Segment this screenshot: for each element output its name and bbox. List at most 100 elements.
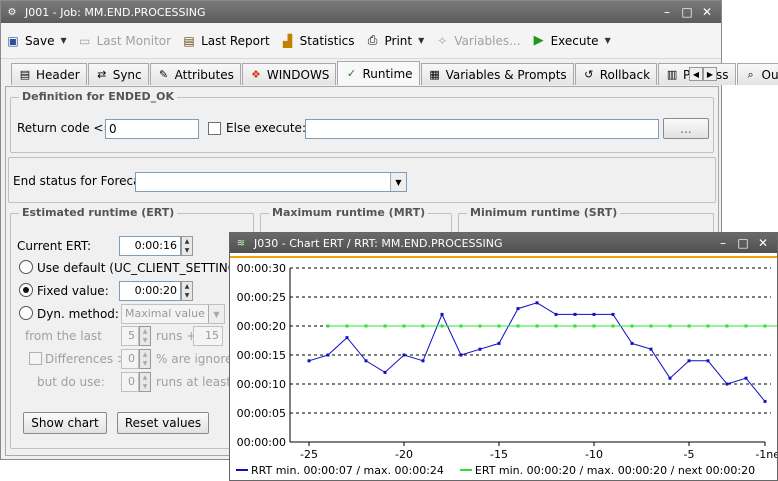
tab-scroll-left-icon[interactable]: ◀ — [689, 67, 703, 81]
forecast-select[interactable]: ▼ — [135, 172, 407, 192]
spin-down-icon[interactable]: ▼ — [140, 336, 150, 345]
else-execute-label: Else execute: — [226, 121, 306, 135]
ert-point — [611, 324, 615, 328]
save-button[interactable]: ▣ Save ▼ — [5, 33, 66, 49]
tab-header[interactable]: ▤ Header — [11, 63, 87, 85]
definition-group: Definition for ENDED_OK Return code <=: … — [10, 90, 714, 153]
but-do-use-label: but do use: — [37, 375, 105, 389]
tab-runtime[interactable]: ✓ Runtime — [337, 61, 420, 85]
legend-ert-swatch — [459, 469, 472, 471]
ert-point — [402, 324, 406, 328]
rrt-point — [535, 301, 539, 305]
spin-up-icon[interactable]: ▲ — [140, 350, 150, 359]
y-tick-label: 00:00:05 — [237, 407, 286, 420]
spin-down-icon[interactable]: ▼ — [182, 246, 192, 255]
current-ert-spinner[interactable]: ▲ ▼ — [181, 236, 193, 256]
ert-point — [497, 324, 501, 328]
spin-up-icon[interactable]: ▲ — [140, 327, 150, 336]
runtime-icon: ✓ — [346, 67, 357, 80]
browse-button[interactable]: ... — [663, 118, 709, 139]
fixed-value-input[interactable]: 0:00:20 — [119, 281, 181, 301]
last-monitor-label: Last Monitor — [96, 33, 172, 48]
tab-attributes[interactable]: ✎ Attributes — [149, 63, 241, 85]
current-ert-label: Current ERT: — [17, 239, 91, 253]
tab-rollback[interactable]: ↺ Rollback — [574, 63, 658, 85]
chevron-down-icon[interactable]: ▼ — [418, 36, 424, 45]
ert-point — [421, 324, 425, 328]
rrt-point — [611, 312, 615, 316]
close-icon[interactable]: ✕ — [753, 236, 773, 250]
ert-point — [649, 324, 653, 328]
tab-output[interactable]: ⌕ Outp — [736, 63, 778, 85]
maximize-icon[interactable]: □ — [733, 236, 753, 250]
spin-up-icon[interactable]: ▲ — [182, 282, 192, 291]
chevron-down-icon[interactable]: ▼ — [208, 305, 224, 323]
output-icon: ⌕ — [747, 67, 754, 81]
dyn-method-select[interactable]: Maximal value ▼ — [121, 304, 225, 324]
differences-spinner[interactable]: ▲ ▼ — [139, 349, 151, 369]
variables-button[interactable]: ✧ Variables... — [434, 33, 520, 49]
spin-down-icon[interactable]: ▼ — [182, 291, 192, 300]
else-execute-checkbox[interactable] — [208, 122, 221, 135]
use-runs-input[interactable]: 0 — [121, 372, 139, 392]
statistics-button[interactable]: ▟ Statistics — [280, 33, 354, 49]
rrt-point — [364, 359, 368, 363]
spin-up-icon[interactable]: ▲ — [140, 373, 150, 382]
chart-legend: RRT min. 00:00:07 / max. 00:00:24 ERT mi… — [230, 460, 777, 480]
dyn-method-value: Maximal value — [125, 307, 205, 320]
rrt-point — [573, 312, 577, 316]
execute-button[interactable]: ▶ Execute ▼ — [531, 33, 611, 49]
differences-label: Differences > — [45, 352, 127, 366]
return-code-input[interactable]: 0 — [105, 119, 199, 139]
use-default-radio[interactable] — [19, 260, 33, 274]
plus-runs-input[interactable]: 15 — [193, 326, 223, 346]
runs-input[interactable]: 5 — [121, 326, 139, 346]
tab-windows[interactable]: ❖ WINDOWS — [241, 63, 337, 85]
runs-spinner[interactable]: ▲ ▼ — [139, 326, 151, 346]
ert-point — [706, 324, 710, 328]
tab-sync[interactable]: ⇄ Sync — [87, 63, 149, 85]
main-titlebar[interactable]: ⚙ J001 - Job: MM.END.PROCESSING – □ ✕ — [1, 1, 721, 23]
print-label: Print — [384, 33, 413, 48]
fixed-value-radio[interactable] — [19, 283, 33, 297]
rrt-point — [554, 312, 558, 316]
ert-point — [535, 324, 539, 328]
ert-point — [744, 324, 748, 328]
spin-up-icon[interactable]: ▲ — [182, 237, 192, 246]
rrt-point — [725, 382, 729, 386]
tab-variables-prompts-label: Variables & Prompts — [445, 67, 567, 82]
variables-prompts-icon: ▦ — [429, 68, 440, 81]
tab-variables-prompts[interactable]: ▦ Variables & Prompts — [420, 63, 574, 85]
close-icon[interactable]: ✕ — [697, 5, 717, 19]
chevron-down-icon[interactable]: ▼ — [60, 36, 66, 45]
spin-down-icon[interactable]: ▼ — [140, 359, 150, 368]
differences-input[interactable]: 0 — [121, 349, 139, 369]
reset-values-button[interactable]: Reset values — [117, 412, 209, 434]
last-report-button[interactable]: ▤ Last Report — [181, 33, 269, 49]
show-chart-button[interactable]: Show chart — [23, 412, 107, 434]
minimize-icon[interactable]: – — [657, 5, 677, 19]
legend-rrt-swatch — [236, 469, 248, 471]
rrt-point — [402, 353, 406, 357]
chart-titlebar[interactable]: ≋ J030 - Chart ERT / RRT: MM.END.PROCESS… — [230, 233, 777, 253]
maximize-icon[interactable]: □ — [677, 5, 697, 19]
y-tick-label: 00:00:10 — [237, 378, 286, 391]
tab-scroll-right-icon[interactable]: ▶ — [703, 67, 717, 81]
last-monitor-button[interactable]: ▭ Last Monitor — [77, 33, 171, 49]
minimize-icon[interactable]: – — [713, 236, 733, 250]
spin-down-icon[interactable]: ▼ — [140, 382, 150, 391]
tab-rollback-label: Rollback — [599, 67, 651, 82]
current-ert-input[interactable]: 0:00:16 — [119, 236, 181, 256]
from-last-label: from the last — [25, 329, 102, 343]
else-execute-input[interactable] — [305, 119, 659, 139]
save-label: Save — [25, 33, 55, 48]
forecast-group: End status for Forecast: ▼ — [8, 157, 716, 203]
dyn-method-radio[interactable] — [19, 306, 33, 320]
chevron-down-icon[interactable]: ▼ — [390, 173, 406, 191]
tab-header-label: Header — [36, 67, 80, 82]
use-runs-spinner[interactable]: ▲ ▼ — [139, 372, 151, 392]
chevron-down-icon[interactable]: ▼ — [605, 36, 611, 45]
fixed-value-spinner[interactable]: ▲ ▼ — [181, 281, 193, 301]
differences-checkbox[interactable] — [29, 352, 42, 365]
print-button[interactable]: ⎙ Print ▼ — [365, 33, 425, 49]
